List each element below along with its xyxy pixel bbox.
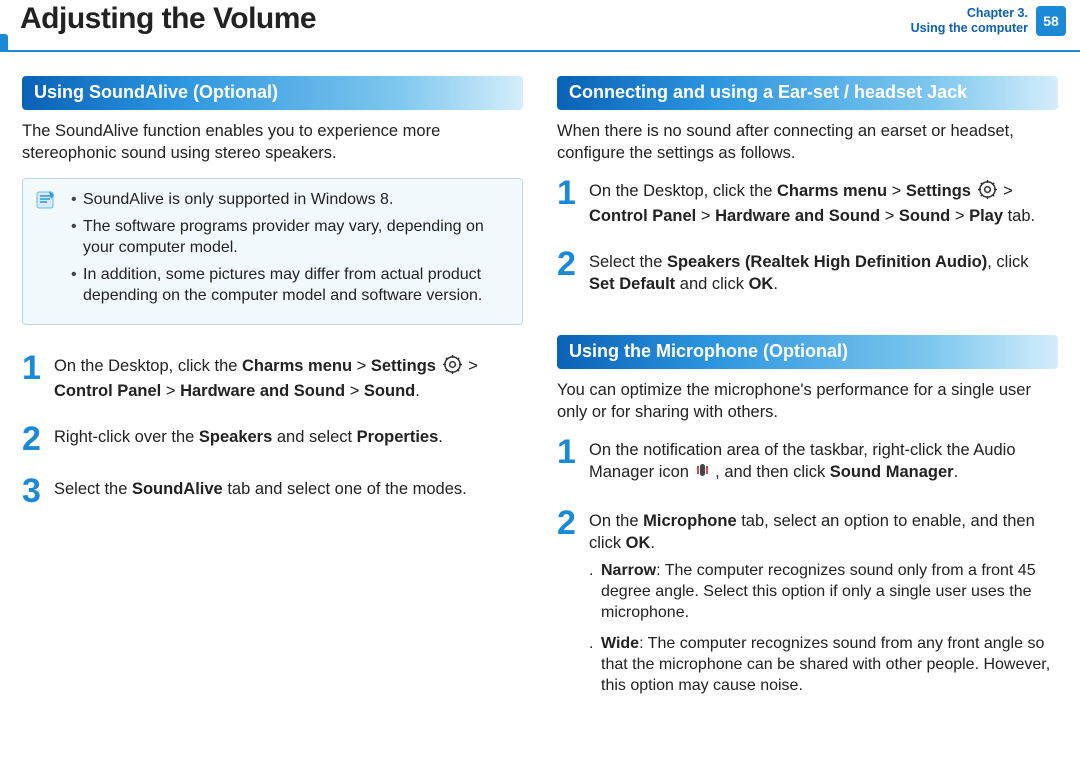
soundalive-step-3: 3 Select the SoundAlive tab and select o… — [22, 476, 523, 506]
mic-step-1: 1 On the notification area of the taskba… — [557, 437, 1058, 486]
step-body: Select the Speakers (Realtek High Defini… — [589, 249, 1058, 295]
mic-option-list: . Narrow: The computer recognizes sound … — [589, 560, 1058, 696]
page-header: Adjusting the Volume Chapter 3. Using th… — [0, 0, 1080, 52]
note-box: SoundAlive is only supported in Windows … — [22, 178, 523, 325]
note-icon — [35, 189, 57, 211]
header-blue-stub — [0, 34, 8, 52]
earset-step-1: 1 On the Desktop, click the Charms menu … — [557, 178, 1058, 227]
soundalive-step-1: 1 On the Desktop, click the Charms menu … — [22, 353, 523, 402]
settings-gear-icon — [443, 355, 462, 380]
soundalive-intro: The SoundAlive function enables you to e… — [22, 120, 523, 164]
soundalive-step-2: 2 Right-click over the Speakers and sele… — [22, 424, 523, 454]
note-item-2: The software programs provider may vary,… — [71, 216, 508, 258]
left-column: Using SoundAlive (Optional) The SoundAli… — [22, 76, 523, 714]
content-columns: Using SoundAlive (Optional) The SoundAli… — [0, 52, 1080, 714]
step-number: 3 — [22, 476, 44, 506]
earset-intro: When there is no sound after connecting … — [557, 120, 1058, 164]
step-number: 2 — [22, 424, 44, 454]
step-number: 1 — [557, 178, 579, 227]
step-body: On the Desktop, click the Charms menu > … — [54, 353, 523, 402]
step-number: 2 — [557, 249, 579, 295]
step-body: On the Microphone tab, select an option … — [589, 508, 1058, 706]
step-body: On the Desktop, click the Charms menu > … — [589, 178, 1058, 227]
step-body: Select the SoundAlive tab and select one… — [54, 476, 523, 506]
step-number: 1 — [22, 353, 44, 402]
microphone-intro: You can optimize the microphone's perfor… — [557, 379, 1058, 423]
page-title: Adjusting the Volume — [20, 2, 316, 36]
chapter-label: Chapter 3. Using the computer — [911, 6, 1028, 36]
right-column: Connecting and using a Ear-set / headset… — [557, 76, 1058, 714]
audio-manager-icon — [696, 463, 709, 486]
section-heading-microphone: Using the Microphone (Optional) — [557, 335, 1058, 369]
step-number: 2 — [557, 508, 579, 706]
earset-step-2: 2 Select the Speakers (Realtek High Defi… — [557, 249, 1058, 295]
chapter-line-2: Using the computer — [911, 21, 1028, 36]
chapter-line-1: Chapter 3. — [911, 6, 1028, 21]
step-body: Right-click over the Speakers and select… — [54, 424, 523, 454]
section-heading-earset: Connecting and using a Ear-set / headset… — [557, 76, 1058, 110]
mic-step-2: 2 On the Microphone tab, select an optio… — [557, 508, 1058, 706]
note-item-3: In addition, some pictures may differ fr… — [71, 264, 508, 306]
mic-option-wide: . Wide: The computer recognizes sound fr… — [589, 633, 1058, 696]
note-item-1: SoundAlive is only supported in Windows … — [71, 189, 508, 210]
settings-gear-icon — [978, 180, 997, 205]
mic-option-narrow: . Narrow: The computer recognizes sound … — [589, 560, 1058, 623]
section-heading-soundalive: Using SoundAlive (Optional) — [22, 76, 523, 110]
page-number-badge: 58 — [1036, 6, 1066, 36]
step-body: On the notification area of the taskbar,… — [589, 437, 1058, 486]
header-right: Chapter 3. Using the computer 58 — [911, 6, 1066, 36]
step-number: 1 — [557, 437, 579, 486]
